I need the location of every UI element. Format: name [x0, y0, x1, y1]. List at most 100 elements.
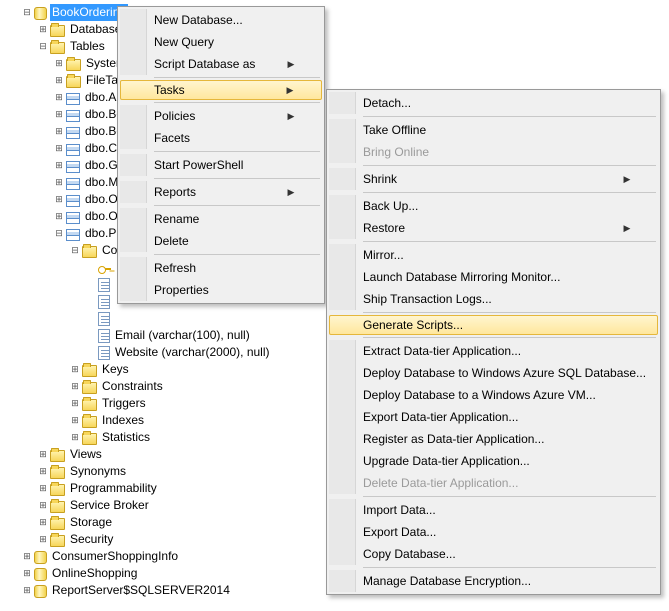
folder-icon: [82, 246, 97, 258]
menu-separator: [363, 337, 656, 338]
expand-icon[interactable]: [68, 412, 82, 429]
table-icon: [66, 178, 80, 190]
menu-item-facets[interactable]: Facets: [120, 127, 322, 149]
tree-label: Tables: [68, 38, 107, 55]
folder-icon: [50, 535, 65, 547]
menu-item-mirror[interactable]: Mirror...: [329, 244, 658, 266]
expand-icon[interactable]: [20, 582, 34, 599]
expand-icon[interactable]: [36, 446, 50, 463]
tree-node[interactable]: Tables: [4, 38, 669, 55]
menu-separator: [154, 102, 320, 103]
folder-icon: [66, 59, 81, 71]
menu-item-properties[interactable]: Properties: [120, 279, 322, 301]
menu-item-launch-mirroring-monitor[interactable]: Launch Database Mirroring Monitor...: [329, 266, 658, 288]
expand-icon[interactable]: [52, 123, 66, 140]
menu-item-deploy-azure-sql[interactable]: Deploy Database to Windows Azure SQL Dat…: [329, 362, 658, 384]
tree-label: Keys: [100, 361, 131, 378]
menu-item-export-data[interactable]: Export Data...: [329, 521, 658, 543]
expand-icon[interactable]: [68, 429, 82, 446]
table-icon: [66, 127, 80, 139]
menu-item-take-offline[interactable]: Take Offline: [329, 119, 658, 141]
menu-item-restore[interactable]: Restore▶: [329, 217, 658, 239]
tree-label: Indexes: [100, 412, 146, 429]
tree-node[interactable]: Database D: [4, 21, 669, 38]
key-icon: [98, 263, 112, 275]
expand-icon[interactable]: [52, 55, 66, 72]
menu-item-deploy-azure-vm[interactable]: Deploy Database to a Windows Azure VM...: [329, 384, 658, 406]
expand-icon[interactable]: [36, 497, 50, 514]
submenu-arrow-icon: ▶: [284, 111, 298, 122]
menu-item-policies[interactable]: Policies▶: [120, 105, 322, 127]
menu-item-bring-online: Bring Online: [329, 141, 658, 163]
menu-item-tasks[interactable]: Tasks▶: [120, 80, 322, 100]
folder-icon: [50, 484, 65, 496]
expand-icon[interactable]: [52, 174, 66, 191]
menu-item-refresh[interactable]: Refresh: [120, 257, 322, 279]
menu-item-register-dac[interactable]: Register as Data-tier Application...: [329, 428, 658, 450]
menu-item-delete[interactable]: Delete: [120, 230, 322, 252]
tree-node-database[interactable]: BookOrdering: [4, 4, 669, 21]
menu-item-new-database[interactable]: New Database...: [120, 9, 322, 31]
database-icon: [34, 7, 47, 20]
menu-separator: [363, 567, 656, 568]
menu-item-export-dac[interactable]: Export Data-tier Application...: [329, 406, 658, 428]
expand-icon[interactable]: [20, 565, 34, 582]
collapse-icon[interactable]: [36, 38, 50, 55]
collapse-icon[interactable]: [68, 242, 82, 259]
menu-separator: [363, 165, 656, 166]
tree-label: Website (varchar(2000), null): [113, 344, 272, 361]
column-icon: [98, 329, 110, 343]
menu-item-ship-transaction-logs[interactable]: Ship Transaction Logs...: [329, 288, 658, 310]
menu-item-script-database[interactable]: Script Database as▶: [120, 53, 322, 75]
expand-icon[interactable]: [52, 89, 66, 106]
expand-icon[interactable]: [52, 191, 66, 208]
menu-item-import-data[interactable]: Import Data...: [329, 499, 658, 521]
menu-item-extract-dac[interactable]: Extract Data-tier Application...: [329, 340, 658, 362]
folder-icon: [82, 416, 97, 428]
expand-icon[interactable]: [52, 72, 66, 89]
folder-icon: [82, 365, 97, 377]
expand-icon[interactable]: [68, 361, 82, 378]
menu-item-shrink[interactable]: Shrink▶: [329, 168, 658, 190]
expand-icon[interactable]: [36, 514, 50, 531]
folder-icon: [50, 450, 65, 462]
menu-item-generate-scripts[interactable]: Generate Scripts...: [329, 315, 658, 335]
menu-item-reports[interactable]: Reports▶: [120, 181, 322, 203]
expand-icon[interactable]: [52, 208, 66, 225]
context-menu-database: New Database... New Query Script Databas…: [117, 6, 325, 304]
submenu-arrow-icon: ▶: [283, 85, 297, 96]
collapse-icon[interactable]: [20, 4, 34, 21]
menu-separator: [154, 205, 320, 206]
menu-separator: [154, 178, 320, 179]
collapse-icon[interactable]: [52, 225, 66, 242]
expand-icon[interactable]: [20, 548, 34, 565]
expand-icon[interactable]: [52, 106, 66, 123]
expand-icon[interactable]: [36, 21, 50, 38]
menu-item-upgrade-dac[interactable]: Upgrade Data-tier Application...: [329, 450, 658, 472]
expand-icon[interactable]: [36, 463, 50, 480]
expand-icon[interactable]: [36, 531, 50, 548]
menu-item-detach[interactable]: Detach...: [329, 92, 658, 114]
expand-icon[interactable]: [36, 480, 50, 497]
expand-icon[interactable]: [68, 378, 82, 395]
menu-item-new-query[interactable]: New Query: [120, 31, 322, 53]
column-icon: [98, 278, 110, 292]
expand-icon[interactable]: [52, 157, 66, 174]
folder-icon: [50, 25, 65, 37]
expand-icon[interactable]: [52, 140, 66, 157]
menu-item-start-powershell[interactable]: Start PowerShell: [120, 154, 322, 176]
tree-node[interactable]: FileTab: [4, 72, 669, 89]
menu-item-rename[interactable]: Rename: [120, 208, 322, 230]
folder-icon: [50, 501, 65, 513]
tree-label: Constraints: [100, 378, 165, 395]
column-icon: [98, 346, 110, 360]
menu-item-back-up[interactable]: Back Up...: [329, 195, 658, 217]
folder-icon: [50, 42, 65, 54]
folder-icon: [82, 382, 97, 394]
expand-icon[interactable]: [68, 395, 82, 412]
tree-label: ReportServer$SQLSERVER2014: [50, 582, 232, 599]
tree-node[interactable]: System: [4, 55, 669, 72]
menu-item-manage-encryption[interactable]: Manage Database Encryption...: [329, 570, 658, 592]
menu-item-copy-database[interactable]: Copy Database...: [329, 543, 658, 565]
database-icon: [34, 551, 47, 564]
